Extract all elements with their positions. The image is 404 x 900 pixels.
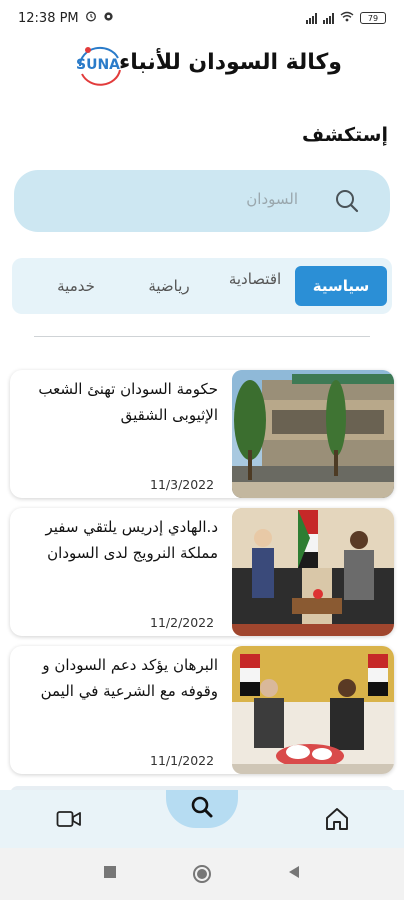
tab-politics[interactable]: سياسية bbox=[295, 266, 387, 306]
wifi-icon bbox=[340, 11, 354, 25]
system-navigation-bar bbox=[0, 848, 404, 900]
bottom-nav bbox=[0, 790, 404, 848]
news-headline: البرهان يؤكد دعم السودان و وقوفه مع الشر… bbox=[40, 656, 218, 700]
news-date: 11/2/2022 bbox=[150, 615, 215, 630]
video-icon[interactable] bbox=[54, 804, 84, 834]
app-title: وكالة السودان للأنباء bbox=[119, 50, 342, 75]
meeting-photo[interactable] bbox=[232, 508, 394, 636]
news-card[interactable]: د.الهادي إدريس يلتقي سفير مملكة النرويج … bbox=[10, 508, 394, 636]
news-date: 11/1/2022 bbox=[150, 753, 215, 768]
settings-gear-icon bbox=[103, 11, 114, 26]
status-left: 12:38 PM bbox=[18, 10, 114, 26]
news-headline: د.الهادي إدريس يلتقي سفير مملكة النرويج … bbox=[45, 518, 219, 562]
search-input[interactable]: السودان bbox=[14, 170, 390, 232]
logo-text: SUNA bbox=[76, 57, 121, 73]
divider bbox=[34, 336, 370, 337]
search-icon bbox=[190, 795, 214, 823]
recent-apps-icon[interactable] bbox=[102, 864, 118, 884]
alarm-icon bbox=[85, 10, 97, 26]
official-meeting-photo[interactable] bbox=[232, 646, 394, 774]
status-time: 12:38 PM bbox=[18, 10, 79, 26]
search-icon[interactable] bbox=[334, 188, 360, 214]
battery-level: 79 bbox=[367, 13, 379, 23]
search-nav-button[interactable] bbox=[166, 790, 238, 828]
home-circle-icon[interactable] bbox=[192, 864, 212, 888]
tab-sports[interactable]: رياضية bbox=[128, 266, 210, 306]
category-tabs: سياسية اقتصادية رياضية خدمية bbox=[12, 258, 392, 314]
status-bar: 12:38 PM 79 bbox=[0, 0, 404, 36]
news-card[interactable]: البرهان يؤكد دعم السودان و وقوفه مع الشر… bbox=[10, 646, 394, 774]
app-header: SUNA وكالة السودان للأنباء bbox=[0, 38, 404, 96]
search-placeholder: السودان bbox=[246, 190, 298, 208]
back-icon[interactable] bbox=[286, 864, 302, 884]
signal-2-icon bbox=[323, 12, 334, 24]
status-right: 79 bbox=[306, 11, 386, 25]
battery-icon: 79 bbox=[360, 12, 386, 24]
signal-1-icon bbox=[306, 12, 317, 24]
news-headline: حكومة السودان تهنئ الشعب الإثيوبى الشقيق bbox=[38, 380, 218, 424]
government-building-photo[interactable] bbox=[232, 370, 394, 498]
news-card[interactable]: حكومة السودان تهنئ الشعب الإثيوبى الشقيق… bbox=[10, 370, 394, 498]
news-date: 11/3/2022 bbox=[150, 477, 215, 492]
tab-services[interactable]: خدمية bbox=[34, 266, 118, 306]
explore-title: إستكشف bbox=[302, 124, 388, 146]
home-icon[interactable] bbox=[322, 804, 352, 834]
tab-economy[interactable]: اقتصادية bbox=[220, 266, 290, 306]
